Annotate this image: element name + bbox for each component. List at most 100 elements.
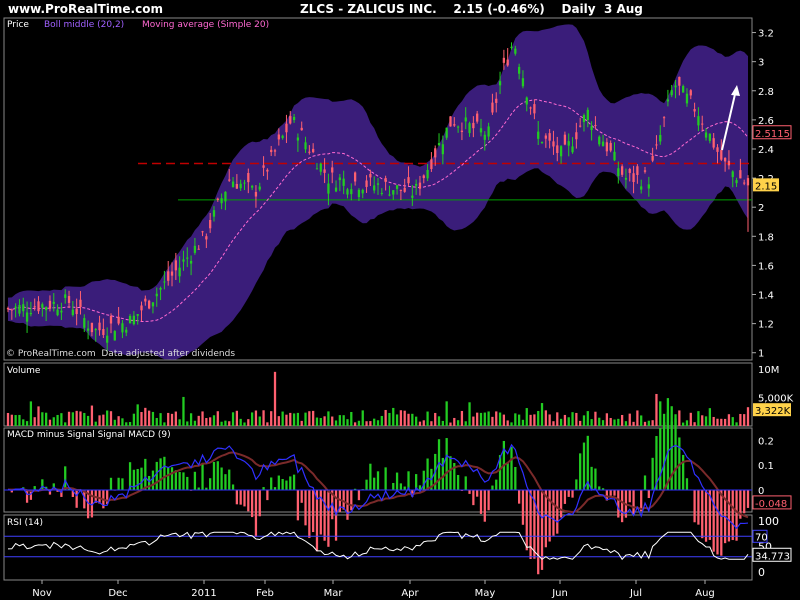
candle-body [743,182,746,184]
volume-bar [388,412,391,426]
volume-bar [125,422,128,426]
macd-histogram-bar [369,463,372,491]
candle-body [247,173,250,183]
volume-bar [594,411,597,426]
macd-histogram-bar [327,490,330,547]
volume-bar [712,416,715,426]
x-tick-label: May [475,588,496,599]
candle-body [125,329,128,333]
volume-bar [197,415,200,426]
volume-bar [723,418,727,426]
candle-body [201,231,204,233]
candle-body [243,182,246,184]
candle-body [83,318,86,328]
macd-histogram-bar [224,474,227,491]
volume-bar [18,414,21,426]
macd-panel-label: MACD minus Signal Signal MACD (9) [7,430,171,440]
macd-tick-label: 0 [758,486,764,497]
volume-bar [292,413,296,426]
candle-body [86,328,90,331]
volume-bar [735,422,738,426]
volume-bar [75,410,78,426]
macd-histogram-bar [445,438,448,491]
candle-body [537,131,540,139]
candle-body [422,175,425,179]
candle-body [98,322,101,331]
macd-histogram-bar [147,475,151,491]
candle-body [121,323,124,333]
volume-bar [491,416,494,426]
candle-body [365,180,368,187]
macd-histogram-bar [693,490,696,523]
macd-histogram-bar [228,469,231,491]
site-name[interactable]: www.ProRealTime.com [8,2,163,16]
volume-bar [529,414,532,426]
volume-bar [483,412,486,426]
volume-bar [163,422,166,426]
macd-histogram-bar [109,477,113,491]
volume-bar [106,410,109,426]
macd-histogram-bar [174,470,177,491]
x-tick-label: Apr [401,588,419,599]
macd-histogram-bar [449,456,452,491]
volume-bar [71,412,74,426]
candle-body [6,307,10,310]
volume-bar [533,414,536,426]
macd-histogram-bar [620,490,624,523]
volume-bar [312,410,315,426]
candle-body [502,57,506,63]
volume-bar [601,420,605,426]
volume-bar [559,418,563,426]
macd-tick-label: 0.1 [758,461,774,472]
macd-histogram-bar [75,490,78,508]
volume-bar [746,407,750,426]
volume-bar [41,412,44,426]
candle-body [170,271,174,276]
macd-histogram-bar [582,442,586,491]
candle-body [106,335,109,343]
macd-histogram-bar [357,490,361,501]
candle-body [216,198,219,201]
macd-histogram-bar [651,457,654,491]
macd-histogram-bar [487,490,490,511]
macd-histogram-bar [456,475,460,491]
volume-bar [632,421,635,426]
candle-body [281,135,284,139]
candle-body [182,259,185,262]
candle-body [193,245,197,253]
macd-histogram-bar [544,490,547,548]
rsi-panel-frame [3,514,753,581]
volume-bar [563,414,567,426]
volume-last-label: 3,322K [755,406,791,417]
x-tick-label: 2011 [191,588,216,599]
volume-bar [113,419,116,426]
volume-bar [384,409,387,426]
macd-histogram-bar [254,490,258,537]
volume-bar [37,406,40,426]
macd-histogram-bar [220,467,223,491]
macd-histogram-bar [682,454,685,491]
volume-bar [205,418,208,426]
macd-histogram-bar [495,479,498,491]
candle-body [151,302,155,307]
volume-bar [571,412,574,426]
candle-body [14,306,17,309]
candle-body [609,142,612,151]
price-tick-label: 1 [758,349,764,360]
candle-body [90,322,94,333]
volume-bar [48,419,52,426]
volume-bar [697,411,700,426]
volume-bar [174,411,177,426]
volume-bar [281,411,284,426]
volume-bar [468,402,471,426]
macd-histogram-bar [151,470,155,491]
candle-body [685,93,689,104]
candle-body [468,123,471,134]
candle-body [128,315,132,324]
macd-histogram-bar [312,490,315,533]
candle-body [704,132,708,138]
volume-bar [45,412,48,426]
macd-histogram-bar [727,490,731,542]
candle-body [67,296,71,303]
candle-body [636,166,639,175]
